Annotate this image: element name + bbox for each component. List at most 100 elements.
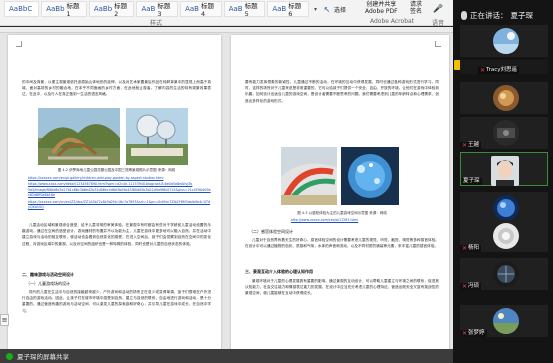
screen-share-indicator[interactable]: 夏子琛的屏幕共享: [6, 351, 69, 361]
screen-share-bar: 夏子琛的屏幕共享: [0, 349, 453, 363]
paragraph: 要有能力发挥想象的新颖性，儿童通过不断的活动，在环境的互动中获得发展，同时也通过…: [245, 80, 439, 103]
reference-link[interactable]: 5e5/image/f0f0e8e3e27b1c66c3b6e42b31d06e…: [28, 188, 211, 198]
participant-tile[interactable]: ✕ 杨阳: [460, 220, 548, 252]
margin-corner: [435, 41, 441, 47]
muted-mic-icon: ✕: [462, 245, 468, 252]
ruler: [0, 27, 453, 33]
reference-link[interactable]: http://www.xxxxx.com/ceo/a/17283.html: [291, 218, 358, 223]
cursor-icon: ↖: [323, 4, 331, 14]
style-label: 标题 2: [114, 2, 128, 18]
photo-colorful-slide: [281, 147, 337, 205]
create-pdf-button[interactable]: 创建并共享 Adobe PDF: [365, 1, 398, 15]
gallery-scroll-button[interactable]: ▾: [311, 1, 320, 17]
paragraph: 景观环境对于儿童的心理发展具有重要的影响。通过景观的互动设计，可以帮助儿童建立与…: [245, 279, 439, 296]
select-button[interactable]: ↖ 选择: [322, 4, 346, 14]
speaking-name: 夏子琛: [510, 11, 534, 20]
participant-tile[interactable]: ✕ 张梦婷: [460, 305, 548, 337]
paragraph: 的中间及背景，以便主观景观依托该原始山体地形的延伸，以及对艺术家置景后作品在纯粹…: [22, 80, 211, 97]
group-label-adobe: Adobe Acrobat: [370, 18, 415, 25]
style-gallery: AaBbC AaBb 标题 1 AaBb 标题 2 AaB 标题 3 AaB 标…: [0, 0, 320, 18]
style-heading-5[interactable]: AaB 标题 5: [223, 1, 266, 18]
participant-name: 夏子琛: [461, 178, 482, 185]
microphone-icon: 🎤: [433, 3, 443, 13]
select-label: 选择: [334, 6, 347, 14]
page-view-icon[interactable]: ≡: [0, 314, 9, 326]
style-label: 标题 6: [288, 2, 302, 18]
avatar: [491, 156, 519, 186]
group-label-styles: 样式: [150, 20, 163, 27]
screen: AaBbC AaBb 标题 1 AaBb 标题 2 AaB 标题 3 AaB 标…: [0, 0, 553, 363]
photo-wooden-playground: [38, 108, 120, 165]
style-label: 标题 1: [66, 2, 80, 18]
participant-panel: 正在讲话： 夏子琛 ✕ Tracy刘思遥 ✕ 王越 夏子琛 ✕ 杨阳 ✕ 冯硕 …: [453, 0, 553, 363]
request-sign-label: 请求 签名: [410, 1, 423, 15]
reference-link[interactable]: https://www.xxxx.com/detail/1234567890.h…: [28, 182, 211, 187]
reference-link[interactable]: https://xxxxxx.com/cn/en/ZZ/doc/ZZ1A3b72…: [28, 200, 211, 210]
muted-mic-icon: ✕: [462, 330, 468, 337]
avatar: [493, 308, 519, 334]
microphone-icon: [461, 11, 467, 20]
document-area[interactable]: 的中间及背景，以便主观景观依托该原始山体地形的延伸，以及对艺术家置景后作品在纯粹…: [0, 27, 453, 349]
word-ribbon: AaBbC AaBb 标题 1 AaBb 标题 2 AaB 标题 3 AaB 标…: [0, 0, 453, 27]
photo-blue-dome: [341, 147, 399, 205]
participant-tile-active-speaker[interactable]: 夏子琛: [460, 152, 548, 186]
margin-corner: [16, 41, 22, 47]
speaking-indicator: 正在讲话： 夏子琛: [461, 10, 533, 21]
avatar: [493, 120, 519, 146]
share-active-icon: [6, 352, 13, 360]
paragraph: 儿童活动区域和景观综合造型，给予儿童非常的审美体验。在景观中有时都会有些对于学龄…: [22, 223, 211, 246]
style-label: 标题 4: [200, 2, 214, 18]
style-preview: AaBbC: [9, 5, 33, 13]
style-heading-2[interactable]: AaBb 标题 2: [88, 1, 135, 18]
photo-bubble-structure: [126, 108, 188, 165]
muted-mic-icon: ✕: [462, 142, 468, 149]
figure-caption: 图 4.2 伊罗库地儿童公园花瓣公园及中国三馆等景观照片示意图 来源：网络: [57, 168, 176, 172]
create-pdf-label: 创建并共享 Adobe PDF: [365, 1, 398, 15]
speaking-label: 正在讲话：: [470, 11, 508, 20]
style-heading-1[interactable]: AaBb 标题 1: [41, 1, 87, 18]
participant-tile[interactable]: [460, 25, 548, 57]
figure-caption: 图 4.3 以感知体验为主的儿童游戏空间示意图 来源：网络: [297, 211, 387, 215]
avatar: [493, 28, 519, 54]
participant-name: ✕ Tracy刘思遥: [478, 67, 519, 74]
participant-tile[interactable]: ✕ 王越: [460, 117, 548, 149]
style-preview: AaB: [185, 5, 199, 13]
participant-name: ✕ 王越: [460, 142, 482, 149]
participant-name: ✕ 冯硕: [460, 283, 482, 290]
participant-tile[interactable]: ✕ Tracy刘思遥: [460, 60, 548, 74]
paragraph: 儿童对于自然界有着天生的好奇心，感官体验空间的设计需要考虑儿童的视觉、听觉、触觉…: [245, 238, 439, 249]
avatar: [493, 223, 519, 249]
style-heading-6[interactable]: AaB 标题 6: [267, 1, 309, 18]
style-preview: AaB: [272, 5, 287, 13]
style-heading-4[interactable]: AaB 标题 4: [180, 1, 222, 18]
participant-tile[interactable]: [460, 82, 548, 114]
request-sign-button[interactable]: 请求 签名: [410, 1, 422, 15]
participant-tile[interactable]: ✕ 冯硕: [460, 258, 548, 290]
avatar: [493, 85, 519, 111]
style-label: 标题 3: [157, 2, 171, 18]
document-page-left[interactable]: 的中间及背景，以便主观景观依托该原始山体地形的延伸，以及对艺术家置景后作品在纯粹…: [8, 35, 221, 349]
avatar: [493, 195, 519, 221]
style-preview: AaBb: [46, 5, 65, 13]
avatar: [493, 261, 519, 287]
reference-link[interactable]: https://xxxxxx.com/en/pi-gallery/childre…: [28, 176, 211, 181]
muted-mic-icon: ✕: [480, 67, 486, 74]
style-heading-3[interactable]: AaB 标题 3: [136, 1, 179, 18]
group-label-voice: 语音: [432, 20, 445, 27]
style-preview: AaB: [228, 5, 243, 13]
style-label: 标题 5: [244, 2, 258, 18]
subsection-heading: （一）儿童游戏场的设计: [26, 281, 70, 286]
muted-mic-icon: ✕: [462, 283, 468, 290]
section-heading: 二、趣味游戏与活动空间设计: [22, 272, 74, 277]
style-preview: AaBb: [93, 5, 113, 13]
style-normal[interactable]: AaBbC: [4, 1, 40, 17]
paragraph: 现代的儿童在生活中与自然的接触越来越少，户外游戏和活动的场所正在变少或变得单调，…: [22, 290, 211, 313]
subsection-heading: （二）感官体验空间设计: [249, 229, 293, 234]
participant-name: ✕ 张梦婷: [460, 330, 487, 337]
document-page-right[interactable]: 要有能力发挥想象的新颖性，儿童通过不断的活动，在环境的互动中获得发展，同时也通过…: [231, 35, 449, 349]
section-heading: 三、景观互动介入体验的心理认知作用: [245, 269, 313, 274]
screen-share-label: 夏子琛的屏幕共享: [17, 353, 69, 361]
voice-button[interactable]: 🎤: [433, 3, 443, 13]
participant-name: ✕ 杨阳: [460, 245, 482, 252]
style-preview: AaB: [141, 5, 156, 13]
